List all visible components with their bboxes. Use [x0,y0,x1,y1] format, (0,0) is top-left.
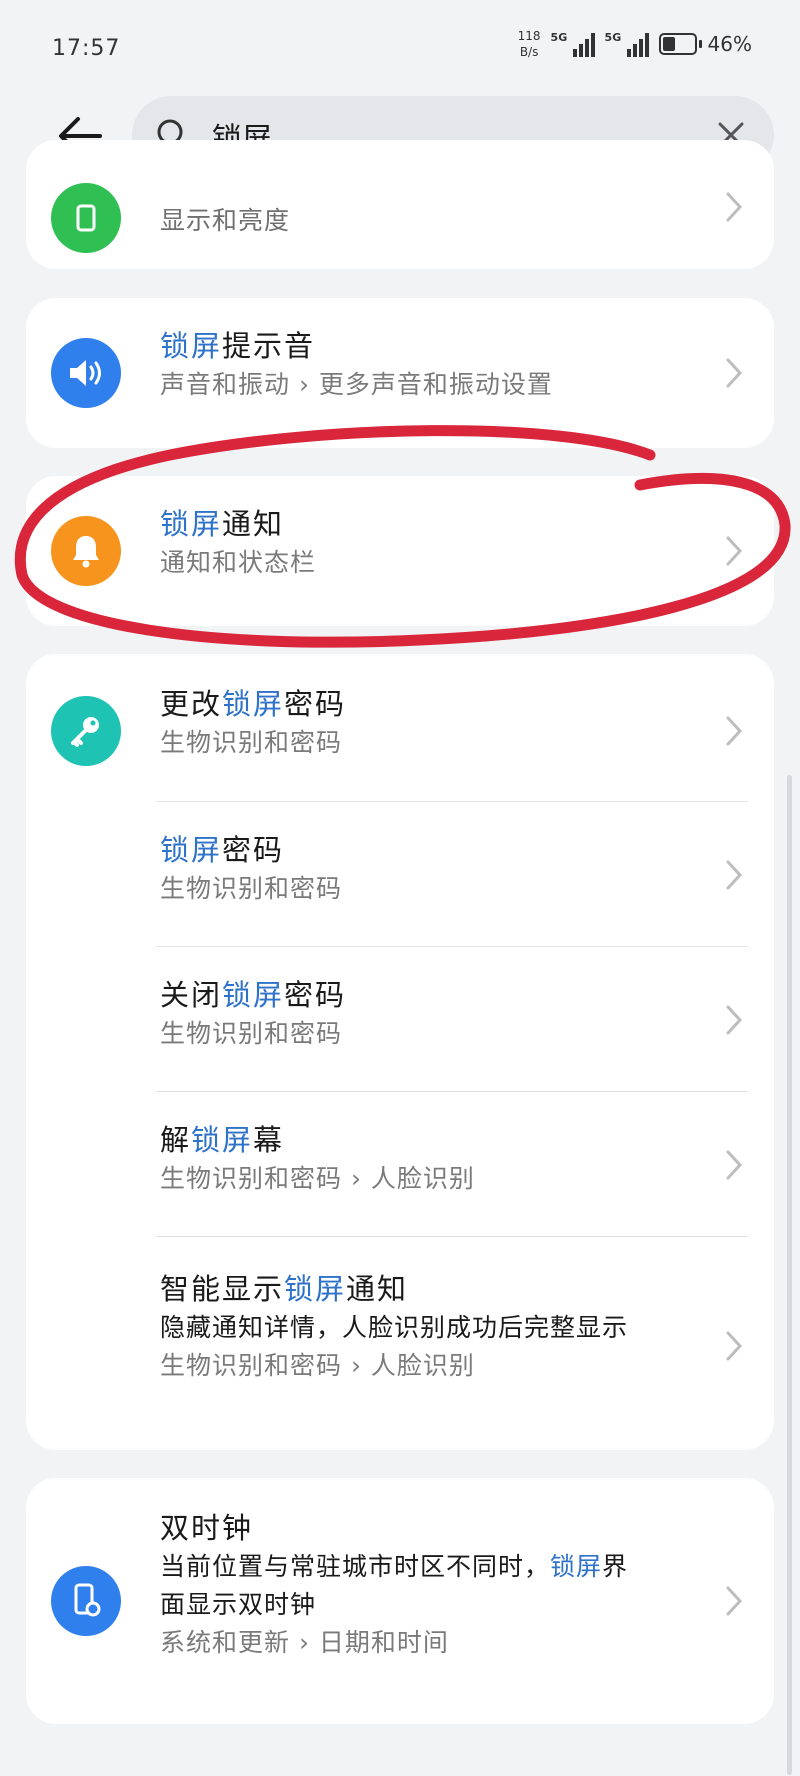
result-desc: 当前位置与常驻城市时区不同时，锁屏界 [160,1552,629,1581]
speaker-icon [51,338,121,408]
result-card-sound: 锁屏提示音 声音和振动 › 更多声音和振动设置 [26,298,774,448]
result-title: 关闭锁屏密码 [160,978,347,1012]
key-icon [51,696,121,766]
signal-1-label: 5G [550,31,568,44]
signal-icon: 5G [605,31,649,57]
result-title: 锁屏密码 [160,833,285,867]
status-right: 118 B/s 5G 5G 46% [518,28,752,60]
result-title: 双时钟 [160,1511,254,1545]
battery: 46% [658,32,752,56]
result-card-display: 显示和亮度 [26,140,774,269]
result-title: 更改锁屏密码 [160,687,347,721]
result-card-dual-clock: 双时钟 当前位置与常驻城市时区不同时，锁屏界 面显示双时钟 系统和更新 › 日期… [26,1478,774,1724]
result-sub: 系统和更新 › 日期和时间 [160,1628,449,1657]
chevron-right-icon [726,536,743,566]
chevron-right-icon [726,358,743,388]
result-card-password: 更改锁屏密码 生物识别和密码 锁屏密码 生物识别和密码 关闭锁屏密码 生物识别和… [26,654,774,1450]
chevron-right-icon [726,1586,743,1616]
net-speed-unit: B/s [519,45,539,59]
net-speed-value: 118 [517,29,541,43]
battery-percent: 46% [707,32,752,56]
result-title: 锁屏通知 [160,507,285,541]
result-desc-2: 面显示双时钟 [160,1590,317,1619]
result-sub: 生物识别和密码 [160,874,343,903]
phone-gear-icon [51,1566,121,1636]
chevron-right-icon [726,1331,743,1361]
result-desc: 隐藏通知详情，人脸识别成功后完整显示 [160,1313,629,1342]
net-speed: 118 B/s [518,28,541,60]
result-sub: 通知和状态栏 [160,548,317,577]
result-title: 智能显示锁屏通知 [160,1272,409,1306]
result-sub: 显示和亮度 [160,206,291,235]
signal-2-label: 5G [604,31,622,44]
result-sub: 生物识别和密码 [160,1019,343,1048]
result-row-unlock-screen[interactable]: 解锁屏幕 生物识别和密码 › 人脸识别 [26,1092,774,1237]
result-row-lock-screen-notifications[interactable]: 锁屏通知 通知和状态栏 [26,476,774,626]
chevron-right-icon [726,1150,743,1180]
result-title: 锁屏提示音 [160,329,316,363]
bell-icon [51,516,121,586]
result-sub: 生物识别和密码 › 人脸识别 [160,1164,475,1193]
result-row-lock-screen-sound[interactable]: 锁屏提示音 声音和振动 › 更多声音和振动设置 [26,298,774,448]
result-sub: 声音和振动 › 更多声音和振动设置 [160,370,553,399]
chevron-right-icon [726,716,743,746]
chevron-right-icon [726,1005,743,1035]
result-sub: 生物识别和密码 › 人脸识别 [160,1351,475,1380]
result-row-dual-clock[interactable]: 双时钟 当前位置与常驻城市时区不同时，锁屏界 面显示双时钟 系统和更新 › 日期… [26,1478,774,1724]
result-card-notifications: 锁屏通知 通知和状态栏 [26,476,774,626]
chevron-right-icon [726,860,743,890]
signal-icon: 5G [551,31,595,57]
result-title: 解锁屏幕 [160,1123,285,1157]
display-icon [51,183,121,253]
result-sub: 生物识别和密码 [160,728,343,757]
status-bar: 17:57 118 B/s 5G 5G 46% [0,0,800,90]
result-row-lock-screen-password[interactable]: 锁屏密码 生物识别和密码 [26,802,774,947]
scrollbar[interactable] [787,775,792,1775]
result-row-disable-password[interactable]: 关闭锁屏密码 生物识别和密码 [26,947,774,1092]
chevron-right-icon [726,192,743,222]
result-row-change-password[interactable]: 更改锁屏密码 生物识别和密码 [26,654,774,802]
status-time: 17:57 [52,36,121,61]
result-row-display[interactable]: 显示和亮度 [26,140,774,269]
result-row-smart-notifications[interactable]: 智能显示锁屏通知 隐藏通知详情，人脸识别成功后完整显示 生物识别和密码 › 人脸… [26,1237,774,1450]
battery-icon [658,33,697,55]
